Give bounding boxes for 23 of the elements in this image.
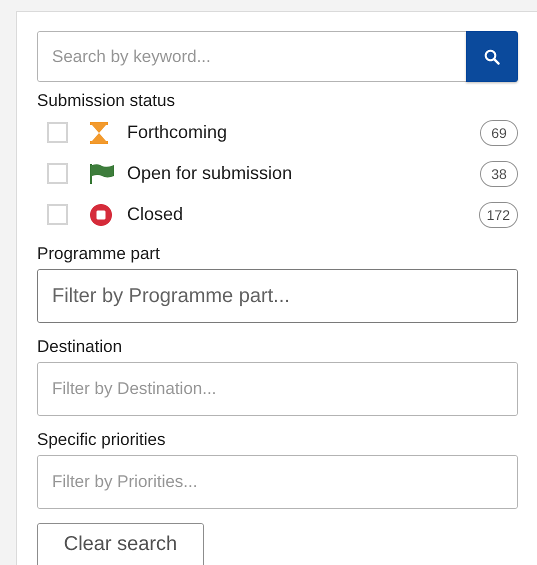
count-badge: 172 [478,202,518,228]
checkbox[interactable] [47,163,68,184]
status-label: Open for submission [127,163,294,184]
section-label: Submission status [37,90,176,112]
count-badge: 38 [480,160,518,186]
search-field[interactable]: Search by keyword... [37,31,466,82]
filter-field[interactable]: Filter by Priorities... [37,455,518,509]
search-icon [484,48,500,64]
status-label: Closed [127,204,184,225]
field-label: Specific priorities [37,429,166,451]
count-badge: 69 [480,120,518,146]
filter-field[interactable]: Filter by Destination... [37,362,518,416]
clear-search-button[interactable]: Clear search [37,523,204,565]
field-label: Programme part [37,243,161,265]
status-label: Forthcoming [127,122,228,143]
stop-icon [90,204,112,226]
checkbox[interactable] [47,122,68,143]
filter-field[interactable]: Filter by Programme part... [37,269,518,323]
flag-icon [90,164,114,184]
checkbox[interactable] [47,204,68,225]
hourglass-icon [90,122,108,144]
search-button[interactable] [466,31,518,82]
field-label: Destination [37,336,124,358]
